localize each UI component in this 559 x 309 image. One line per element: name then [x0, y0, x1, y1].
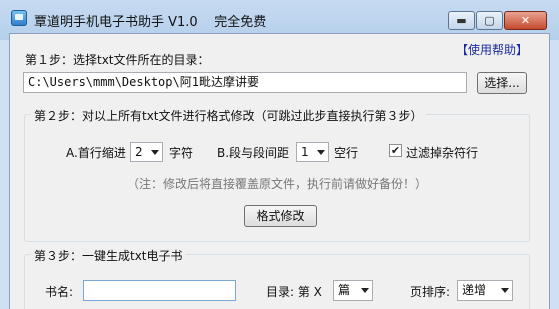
order-label: 页排序: — [410, 285, 451, 299]
close-button[interactable]: ✕ — [504, 11, 547, 30]
main-panel: 【使用帮助】 第１步：选择txt文件所在的目录： C:\Users\mmm\De… — [9, 33, 550, 309]
spacing-unit: 空行 — [334, 146, 359, 160]
bookname-input[interactable] — [83, 280, 236, 301]
maximize-icon: ▢ — [484, 14, 495, 27]
spacing-value: 1 — [301, 145, 309, 159]
window-subtitle: 完全免费 — [214, 15, 267, 30]
indent-unit: 字符 — [169, 146, 194, 160]
chevron-down-icon — [317, 150, 325, 155]
maximize-button[interactable]: ▢ — [476, 11, 503, 30]
toc-value: 篇 — [338, 283, 351, 297]
toc-select[interactable]: 篇 — [333, 280, 373, 301]
order-select[interactable]: 递增 — [457, 280, 513, 301]
window-title: 覃道明手机电子书助手 V1.0 完全免费 — [34, 11, 266, 30]
minimize-button[interactable]: ▬ — [448, 11, 475, 30]
help-link[interactable]: 【使用帮助】 — [456, 41, 528, 58]
step3-title: 第３步：一键生成txt电子书 — [31, 247, 186, 264]
app-icon — [11, 10, 27, 26]
step2-group: 第２步：对以上所有txt文件进行格式修改（可跳过此步直接执行第３步） A.首行缩… — [24, 107, 530, 242]
format-button[interactable]: 格式修改 — [244, 205, 317, 227]
indent-select[interactable]: 2 — [130, 142, 163, 162]
checkmark-icon: ✔ — [390, 144, 401, 157]
indent-value: 2 — [135, 145, 143, 159]
close-icon: ✕ — [520, 14, 531, 27]
toc-label: 目录: 第 X — [266, 285, 322, 299]
directory-path-input[interactable]: C:\Users\mmm\Desktop\阿1毗达摩讲要 — [23, 72, 467, 93]
bookname-label: 书名: — [45, 285, 74, 299]
step2-note: （注：修改后将直接覆盖原文件，执行前请做好备份！） — [127, 177, 428, 191]
step1-label: 第１步：选择txt文件所在的目录： — [25, 53, 210, 67]
spacing-select[interactable]: 1 — [296, 142, 329, 162]
app-window: 覃道明手机电子书助手 V1.0 完全免费 ▬ ▢ ✕ 【使用帮助】 第１步：选择… — [0, 0, 559, 309]
step3-group: 第３步：一键生成txt电子书 书名: 目录: 第 X 篇 页排序: 递增 — [24, 247, 530, 309]
filter-label: 过滤掉杂符行 — [406, 146, 479, 160]
chevron-down-icon — [501, 288, 509, 293]
step2-title: 第２步：对以上所有txt文件进行格式修改（可跳过此步直接执行第３步） — [31, 107, 426, 124]
browse-button[interactable]: 选择... — [477, 72, 527, 94]
order-value: 递增 — [462, 283, 487, 297]
minimize-icon: ▬ — [456, 14, 467, 27]
spacing-label: B.段与段间距 — [217, 146, 290, 160]
chevron-down-icon — [151, 150, 159, 155]
chevron-down-icon — [361, 288, 369, 293]
filter-checkbox[interactable]: ✔ — [389, 144, 402, 157]
window-title-text: 覃道明手机电子书助手 V1.0 — [34, 15, 198, 30]
indent-label: A.首行缩进 — [66, 146, 126, 160]
